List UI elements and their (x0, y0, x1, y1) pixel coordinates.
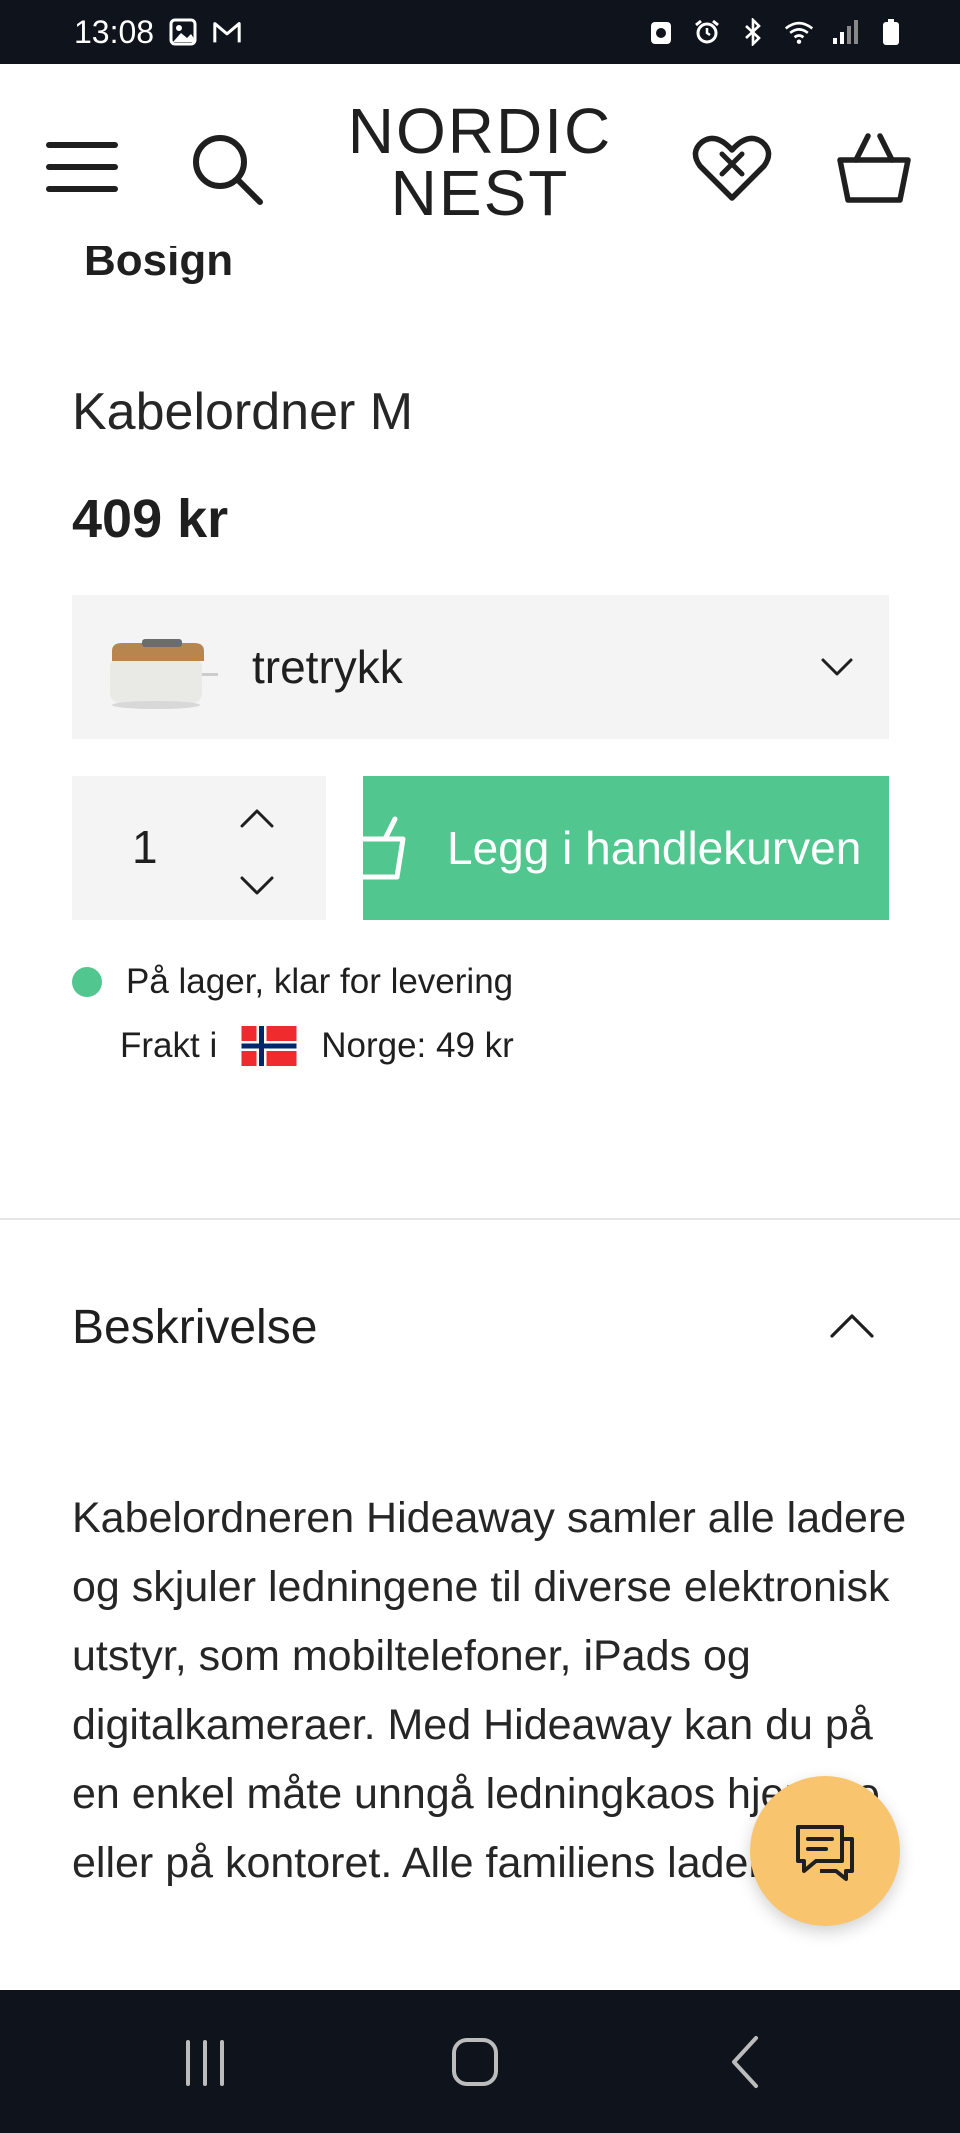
chat-icon (796, 1825, 854, 1881)
add-to-cart-button[interactable]: Legg i handlekurven (363, 776, 889, 920)
basket-icon (837, 133, 911, 203)
signal-icon (830, 17, 860, 47)
stock-status-text: På lager, klar for levering (126, 962, 514, 1001)
chevron-down-icon (821, 658, 853, 676)
wishlist-button[interactable] (692, 132, 772, 204)
in-stock-dot-icon (72, 967, 102, 997)
quantity-increase-button[interactable] (232, 796, 282, 840)
chat-button[interactable] (750, 1776, 900, 1926)
chevron-up-icon[interactable] (826, 1306, 878, 1346)
status-bar: 13:08 (0, 0, 960, 64)
quantity-value[interactable]: 1 (132, 820, 158, 874)
gmail-notification-icon (212, 17, 242, 47)
shipping-info: Frakt i Norge: 49 kr (120, 1026, 514, 1066)
battery-icon (876, 17, 906, 47)
variant-selector[interactable]: tretrykk (72, 595, 889, 739)
wifi-icon (784, 17, 814, 47)
bluetooth-icon (738, 17, 768, 47)
logo-line2: NEST (390, 157, 570, 229)
variant-label: tretrykk (252, 641, 403, 693)
recycle-status-icon (646, 17, 676, 47)
cart-button[interactable] (834, 130, 914, 210)
search-icon (193, 135, 263, 205)
hamburger-icon (46, 142, 118, 148)
variant-thumbnail (110, 639, 218, 709)
site-logo[interactable]: NORDIC NEST (330, 95, 630, 229)
menu-button[interactable] (46, 138, 122, 198)
product-page: 13:08 NORDIC NEST Bosign Kabelordner M 4… (0, 0, 960, 2133)
quantity-stepper: 1 (72, 776, 326, 920)
product-title: Kabelordner M (72, 383, 414, 441)
search-button[interactable] (188, 130, 268, 210)
norway-flag-icon (241, 1026, 297, 1066)
shipping-price[interactable]: Norge: 49 kr (321, 1026, 514, 1066)
hamburger-line (46, 186, 118, 192)
basket-icon (363, 816, 406, 880)
product-price: 409 kr (72, 489, 229, 549)
shipping-prefix: Frakt i (120, 1026, 218, 1065)
logo-line1: NORDIC (347, 95, 613, 167)
description-text: Kabelordneren Hideaway samler alle lader… (72, 1494, 907, 1887)
status-time: 13:08 (74, 13, 155, 50)
quantity-decrease-button[interactable] (232, 864, 282, 908)
description-heading[interactable]: Beskrivelse (72, 1300, 317, 1355)
site-header: NORDIC NEST (0, 64, 960, 264)
stock-status: På lager, klar for levering (72, 962, 513, 1002)
heart-icon (692, 135, 772, 201)
system-navigation-bar (0, 1990, 960, 2133)
add-to-cart-label: Legg i handlekurven (447, 822, 862, 874)
hamburger-line (46, 164, 118, 170)
back-button[interactable] (726, 2034, 766, 2090)
home-button[interactable] (450, 2036, 500, 2088)
gallery-notification-icon (168, 17, 198, 47)
recent-apps-button[interactable] (180, 2038, 230, 2088)
section-divider (0, 1218, 960, 1220)
alarm-icon (692, 17, 722, 47)
brand-name[interactable]: Bosign (84, 246, 233, 296)
